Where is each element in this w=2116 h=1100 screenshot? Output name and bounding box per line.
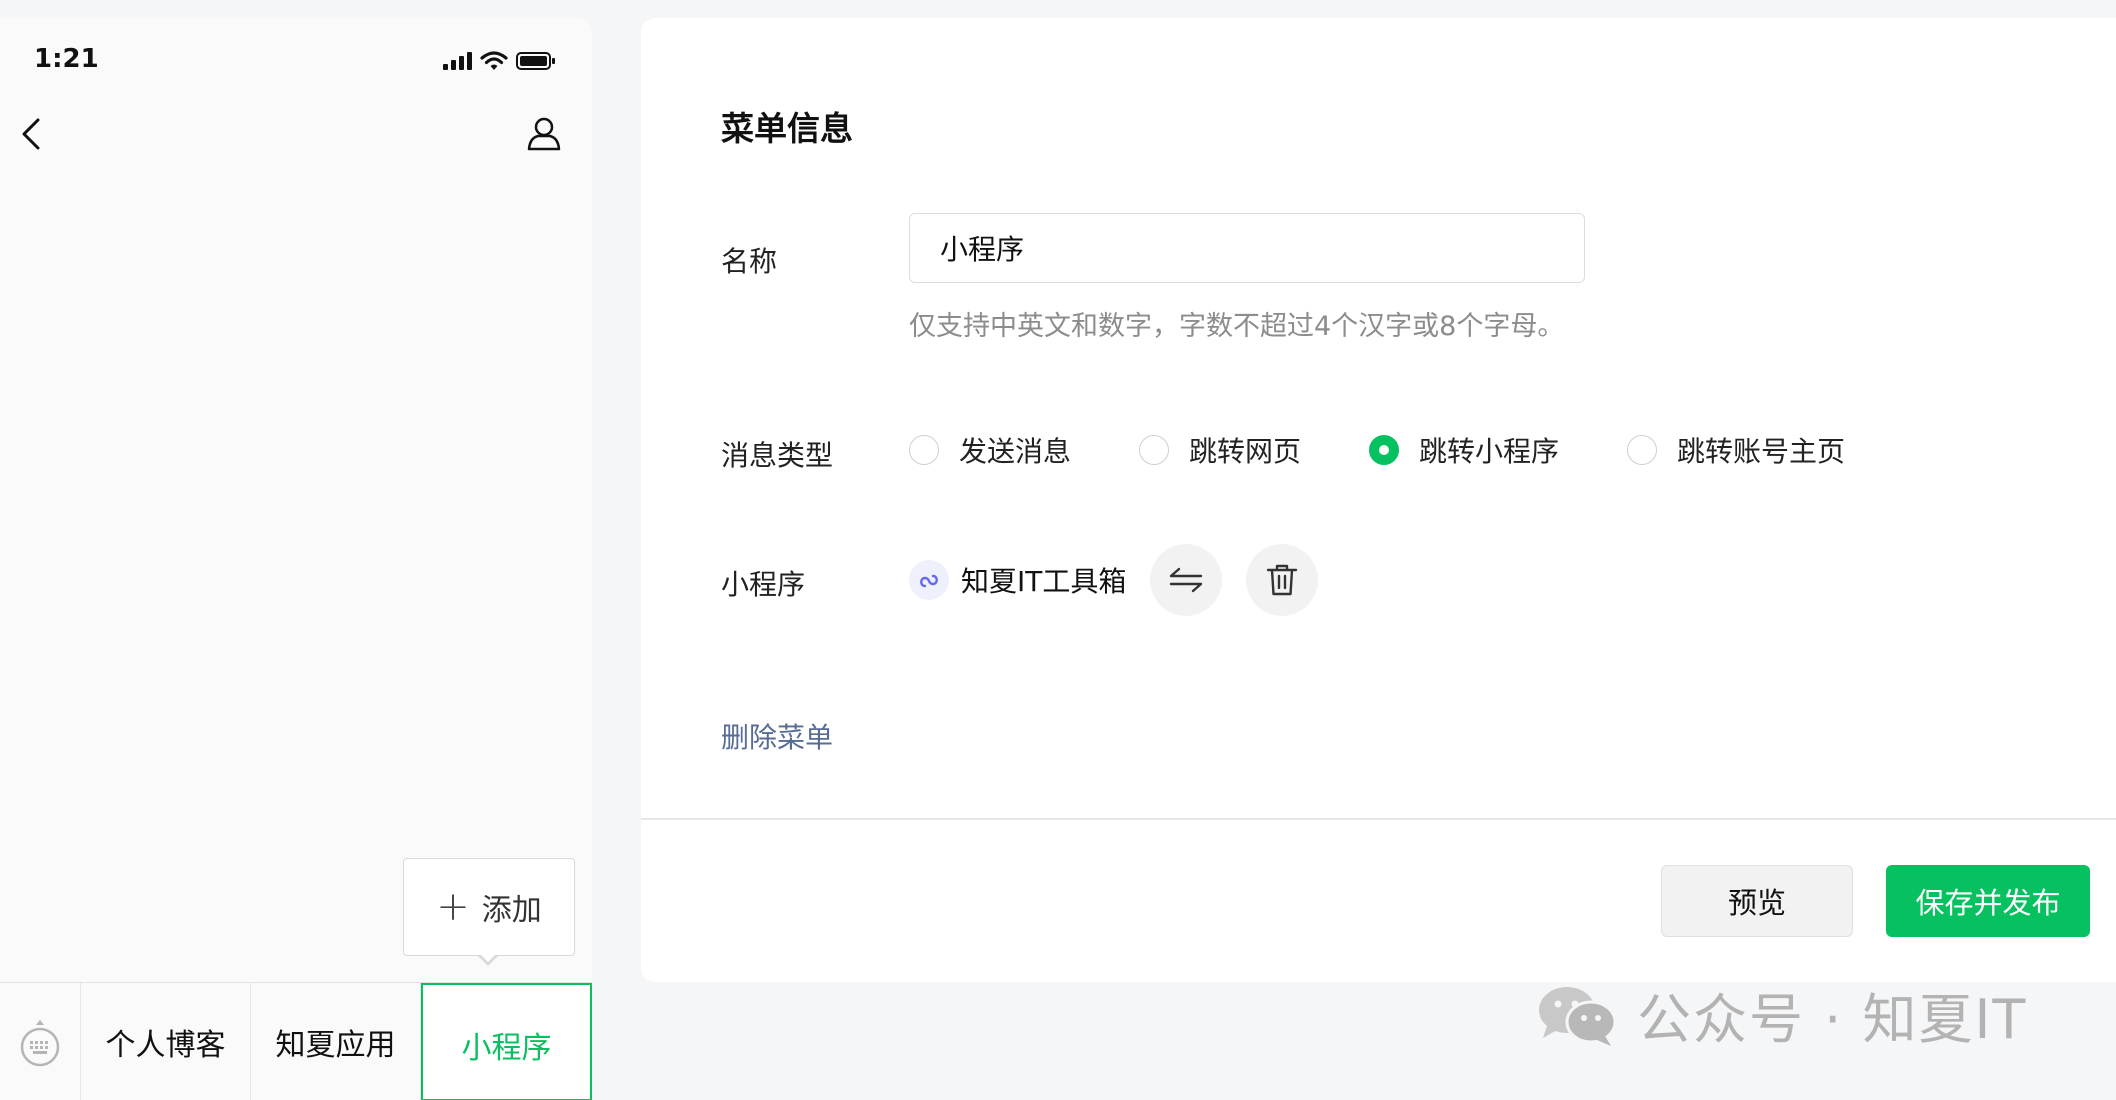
name-label: 名称 bbox=[721, 245, 778, 278]
user-icon bbox=[527, 117, 561, 151]
radio-label: 跳转网页 bbox=[1189, 435, 1302, 468]
radio-label: 发送消息 bbox=[959, 435, 1072, 468]
popup-caret-fill bbox=[480, 954, 496, 962]
signal-icon bbox=[443, 52, 472, 70]
plus-icon: + bbox=[436, 884, 470, 930]
radio-open-miniprogram[interactable]: 跳转小程序 bbox=[1369, 430, 1559, 470]
trash-icon bbox=[1267, 564, 1298, 596]
custom-menu-bar: 个人博客 知夏应用 小程序 bbox=[0, 982, 592, 1100]
watermark: 公众号 · 知夏IT bbox=[1535, 975, 2027, 1054]
menu-item-miniprogram[interactable]: 小程序 bbox=[421, 983, 592, 1100]
switch-miniprogram-button[interactable] bbox=[1150, 544, 1223, 616]
name-hint: 仅支持中英文和数字，字数不超过4个汉字或8个字母。 bbox=[909, 311, 1565, 342]
radio-circle bbox=[909, 435, 939, 465]
radio-open-account-home[interactable]: 跳转账号主页 bbox=[1627, 430, 1845, 470]
radio-circle bbox=[1627, 435, 1658, 465]
name-input[interactable] bbox=[909, 213, 1585, 283]
save-publish-button[interactable]: 保存并发布 bbox=[1886, 865, 2090, 937]
wifi-icon bbox=[480, 51, 508, 70]
add-submenu-button[interactable]: + 添加 bbox=[403, 858, 575, 956]
miniprogram-icon bbox=[909, 560, 949, 600]
footer-divider bbox=[641, 818, 2116, 820]
wechat-icon bbox=[1539, 986, 1617, 1046]
keyboard-icon bbox=[20, 1020, 60, 1067]
radio-label: 跳转小程序 bbox=[1419, 435, 1560, 468]
back-button[interactable] bbox=[16, 114, 46, 154]
chevron-left-icon bbox=[22, 118, 40, 150]
menu-editor-panel: 菜单信息 名称 仅支持中英文和数字，字数不超过4个汉字或8个字母。 消息类型 发… bbox=[641, 18, 2116, 982]
message-type-label: 消息类型 bbox=[721, 439, 834, 472]
radio-circle-checked bbox=[1369, 435, 1400, 465]
miniprogram-selection: 知夏IT工具箱 bbox=[909, 544, 1342, 616]
radio-label: 跳转账号主页 bbox=[1677, 435, 1846, 468]
radio-circle bbox=[1139, 435, 1170, 465]
battery-icon bbox=[516, 52, 555, 70]
section-title: 菜单信息 bbox=[721, 109, 853, 148]
add-label: 添加 bbox=[481, 893, 542, 928]
menu-item-apps[interactable]: 知夏应用 bbox=[251, 983, 421, 1100]
profile-button[interactable] bbox=[524, 114, 564, 154]
miniprogram-label: 小程序 bbox=[721, 568, 806, 601]
message-type-radio-group: 发送消息 跳转网页 跳转小程序 跳转账号主页 bbox=[909, 430, 1913, 470]
remove-miniprogram-button[interactable] bbox=[1246, 544, 1319, 616]
status-time: 1:21 bbox=[34, 44, 99, 74]
delete-menu-link[interactable]: 删除菜单 bbox=[721, 716, 833, 756]
preview-button[interactable]: 预览 bbox=[1661, 865, 1853, 937]
watermark-text: 公众号 · 知夏IT bbox=[1637, 988, 2028, 1051]
radio-open-webpage[interactable]: 跳转网页 bbox=[1139, 430, 1301, 470]
phone-preview: 1:21 + 添加 个人博客 知夏应用 小程序 bbox=[0, 18, 592, 1100]
swap-icon bbox=[1170, 567, 1203, 593]
radio-send-message[interactable]: 发送消息 bbox=[909, 430, 1071, 470]
status-icons bbox=[442, 50, 556, 72]
menu-item-blog[interactable]: 个人博客 bbox=[81, 983, 251, 1100]
miniprogram-name: 知夏IT工具箱 bbox=[961, 565, 1127, 598]
keyboard-toggle-button[interactable] bbox=[0, 983, 81, 1100]
